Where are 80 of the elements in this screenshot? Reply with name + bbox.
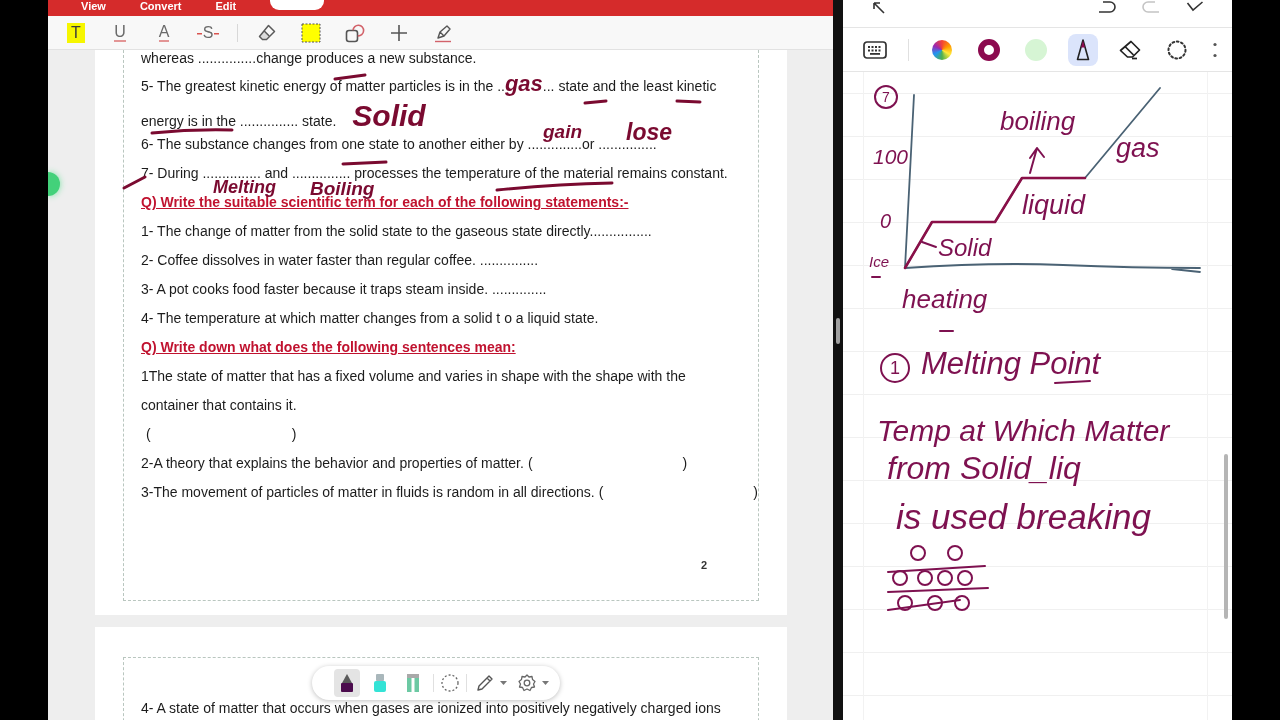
pen-icon [1075,38,1090,61]
handwritten-word: Solid [352,101,426,131]
handwritten-note: gas [1116,135,1160,162]
question-text: ... state and the least kinetic [542,78,717,94]
answer-bracket: ( [146,425,151,444]
handwritten-word: Melting [213,178,276,196]
question-text: 1- The change of matter from the solid state to the gaseous state directly................ [141,223,652,239]
undo-icon[interactable] [1098,1,1116,13]
eraser-icon [1118,39,1141,60]
handwritten-note: 100 [873,146,909,167]
pencil-icon [476,674,494,692]
question-text: 2- Coffee dissolves in water faster than regular coffee. ............... [141,252,539,268]
lasso-icon[interactable] [441,674,459,692]
split-handle[interactable] [836,318,840,344]
ink-dash [675,99,702,104]
scroll-thumb[interactable] [1224,454,1228,619]
page-number: 2 [700,558,707,573]
add-icon[interactable] [390,23,408,42]
question-text: 1The state of matter that has a fixed volume and varies in shape with the shape with the container that contains it. [141,368,686,413]
text-color-button[interactable]: A [158,21,170,44]
edge-handle[interactable] [48,172,60,196]
ink-tick [122,175,147,190]
circled-number: 7 [874,85,898,109]
question-text: 5- The greatest kinetic energy of matter particles is in the .. [141,78,505,94]
question-text: whereas ...............change produces a new substance. [141,50,477,66]
handwritten-word: gas [504,73,543,95]
underline-button[interactable]: U [114,21,126,44]
check-icon[interactable] [1186,1,1204,13]
handwritten-note: from Solid_liq [887,452,1081,484]
handwritten-note: Solid [938,236,992,260]
handwritten-note: liquid [1022,192,1086,219]
color-swatch[interactable] [1024,38,1047,61]
highlight-button[interactable]: T [67,22,85,43]
ink-leader [921,241,937,248]
settings-icon [518,674,536,692]
question-text: 3- A pot cooks food faster because it traps steam inside. .............. [141,281,547,297]
question-text: energy is in the ............... state. [141,113,337,129]
more-icon[interactable] [1213,41,1217,58]
menu-tab[interactable]: View [81,0,106,13]
handwritten-note: heating [902,286,988,312]
section-heading: Q) Write down what does the following sentences mean: [141,339,516,355]
menu-tab[interactable]: Edit [215,0,237,13]
circled-number: 1 [880,353,910,383]
shapes-icon[interactable] [345,22,365,43]
handwritten-note: is used breaking [896,499,1151,534]
caret-icon [500,681,507,685]
handwritten-note: Temp at Which Matter [877,416,1170,446]
menu-tab[interactable] [270,0,325,10]
eraser-icon[interactable] [257,22,277,43]
menu-tab[interactable]: Convert [139,0,182,13]
ink-dash [939,330,954,332]
color-wheel-icon[interactable] [931,39,952,60]
color-swatch[interactable] [977,38,1000,61]
question-text: 2-A theory that explains the behavior and properties of matter. [141,455,524,471]
ink-underline [1054,380,1091,384]
handwritten-note: 0 [880,211,892,231]
question-text: 4- The temperature at which matter changes from a solid t o a liquid state. [141,310,599,326]
keyboard-icon[interactable] [862,40,887,59]
answer-bracket: ( [527,454,533,473]
answer-bracket: ) [291,425,297,444]
marker-button[interactable] [334,669,360,697]
lasso-icon [1166,39,1187,60]
answer-bracket: ) [753,483,758,502]
ink-dash [583,99,608,105]
ink-arrow [1029,147,1045,174]
diagonal-arrow-icon[interactable] [871,1,885,14]
ink-overline [333,73,367,81]
handwritten-note: boiling [1000,108,1076,134]
handwritten-note: Melting Point [921,348,1101,379]
handwritten-note: Ice [869,254,889,269]
question-text: 3-The movement of particles of matter in fluids is random in all directions. [141,484,595,500]
handwritten-word: lose [626,121,673,144]
question-text: 4- A state of matter that occurs when gases are ionized into positively negatively charged ions [141,700,721,716]
ink-underline [341,160,388,166]
answer-bracket: ) [682,454,688,473]
ink-dash [871,276,881,278]
signature-icon[interactable] [433,22,453,43]
caret-icon [542,681,549,685]
answer-bracket: ( [598,483,604,502]
pen-tool-button[interactable] [1067,33,1098,66]
